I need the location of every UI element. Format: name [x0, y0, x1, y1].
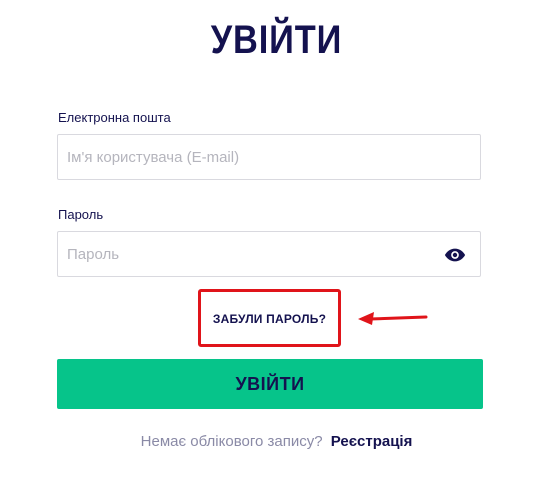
email-label: Електронна пошта	[58, 110, 171, 125]
arrow-left-icon	[358, 312, 428, 325]
password-field-container	[57, 231, 481, 277]
forgot-password-highlight: ЗАБУЛИ ПАРОЛЬ?	[198, 289, 341, 347]
register-prompt: Немає облікового запису? Реєстрація	[0, 433, 553, 450]
eye-icon[interactable]	[444, 244, 466, 266]
page-title: УВІЙТИ	[210, 18, 343, 62]
no-account-text: Немає облікового запису?	[140, 433, 323, 450]
email-field-container	[57, 134, 481, 180]
password-label: Пароль	[58, 207, 104, 222]
email-input[interactable]	[58, 135, 427, 179]
password-input[interactable]	[58, 232, 427, 276]
login-page: УВІЙТИ Електронна пошта Пароль ЗАБУЛИ ПА…	[0, 0, 553, 496]
register-link[interactable]: Реєстрація	[331, 433, 413, 450]
forgot-password-link[interactable]: ЗАБУЛИ ПАРОЛЬ?	[201, 312, 338, 326]
login-button[interactable]: УВІЙТИ	[57, 359, 483, 409]
